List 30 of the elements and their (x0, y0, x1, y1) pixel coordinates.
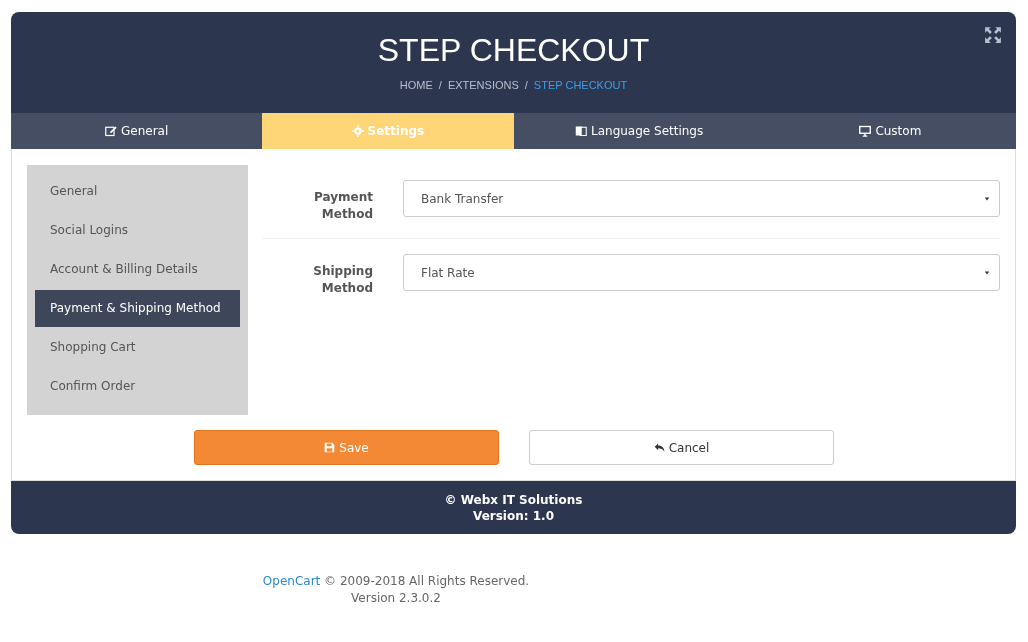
language-icon (575, 125, 587, 137)
select-field[interactable]: Flat Rate (403, 254, 1000, 291)
opencart-link[interactable]: OpenCart (262, 574, 321, 588)
version-text: Version 2.3.0.2 (351, 591, 441, 605)
sidebar-item[interactable]: Account & Billing Details (35, 251, 240, 288)
caret-icon (983, 195, 991, 202)
expand-icon[interactable] (984, 26, 1002, 44)
caret-icon (983, 269, 991, 276)
cancel-button[interactable]: Cancel (529, 430, 834, 465)
field-label: Shipping Method (312, 263, 373, 297)
sidebar-item[interactable]: Social Logins (35, 212, 240, 249)
select-field[interactable]: Bank Transfer (403, 180, 1000, 217)
breadcrumb-link[interactable]: HOME (399, 79, 433, 91)
copyright-text: OpenCart © 2009-2018 All Rights Reserved. (262, 574, 530, 588)
breadcrumb-separator: / (438, 79, 442, 91)
page-title: STEP CHECKOUT (377, 32, 650, 69)
reply-arrow-icon (653, 442, 665, 453)
field-label: Payment Method (313, 189, 373, 223)
monitor-icon (859, 125, 872, 137)
sidebar-item[interactable]: Confirm Order (35, 368, 240, 405)
version-text: Version: 1.0 (473, 508, 554, 523)
copyright-text: © Webx IT Solutions (444, 492, 583, 507)
breadcrumb-link[interactable]: STEP CHECKOUT (533, 79, 628, 91)
edit-icon (104, 125, 117, 137)
sidebar-item[interactable]: General (35, 173, 240, 210)
sidebar-item[interactable]: Shopping Cart (35, 329, 240, 366)
sidebar-item[interactable]: Payment & Shipping Method (35, 290, 240, 327)
breadcrumb-link[interactable]: EXTENSIONS (447, 79, 519, 91)
breadcrumb-separator: / (524, 79, 528, 91)
gear-icon (351, 125, 364, 137)
